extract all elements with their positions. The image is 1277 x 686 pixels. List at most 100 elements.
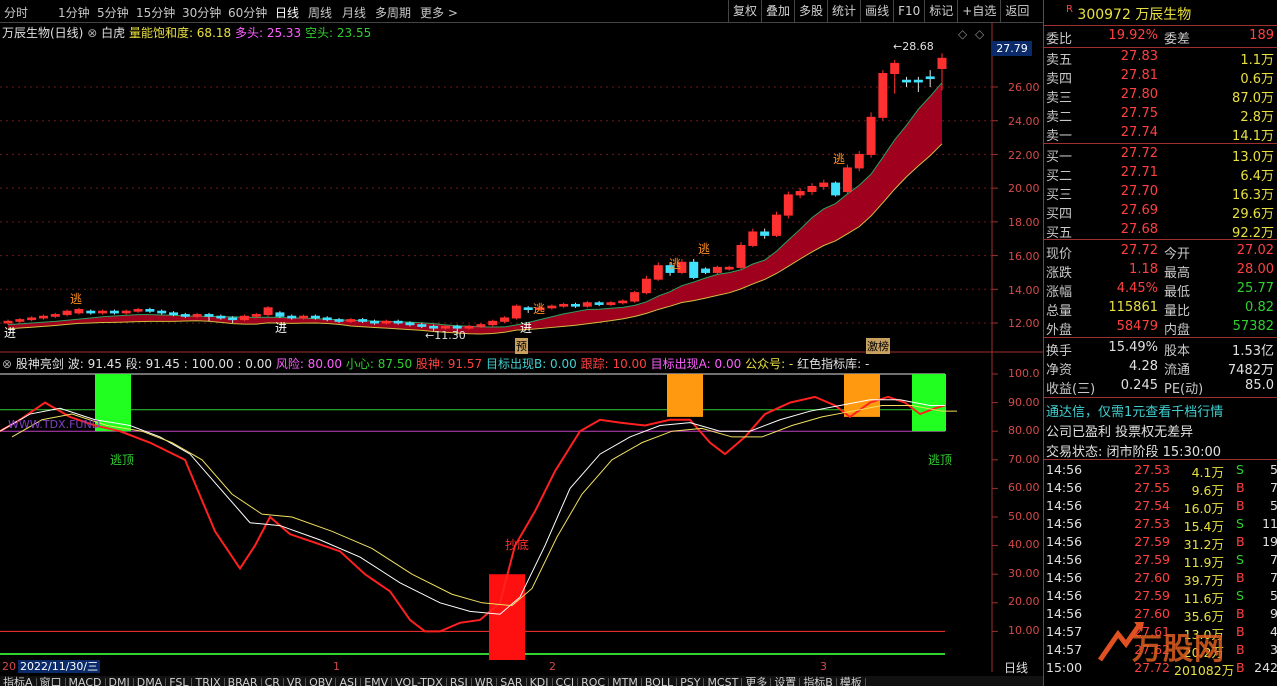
indicator-name[interactable]: 白虎: [101, 26, 125, 40]
period-tab-1min[interactable]: 1分钟: [58, 4, 90, 21]
candle-body: [204, 314, 214, 317]
period-tab-multi[interactable]: 多周期: [375, 4, 411, 21]
indicator-tabs: 指标A 窗口 MACD DMI DMA FSL TRIX BRAR CR VR OBV ASI EMV V…: [0, 676, 1043, 686]
period-tab-30min[interactable]: 30分钟: [182, 4, 221, 21]
tab-vol-tdx[interactable]: VOL-TDX: [392, 677, 447, 686]
tab-psy[interactable]: PSY: [677, 677, 705, 686]
overlay-button[interactable]: 叠加: [761, 0, 794, 22]
back-button[interactable]: 返回: [1000, 0, 1033, 22]
segment-line: [11, 404, 957, 607]
tab-dma[interactable]: DMA: [134, 677, 167, 686]
period-tab-60min[interactable]: 60分钟: [228, 4, 267, 21]
bid-row: 买一 27.72 13.0万: [1046, 146, 1276, 165]
period-tab-5min[interactable]: 5分钟: [97, 4, 129, 21]
tick-row: 14:56 27.55 9.6万 B 7: [1046, 480, 1277, 498]
tab-indicator-b[interactable]: 指标B: [800, 677, 837, 686]
tab-vr[interactable]: VR: [284, 677, 307, 686]
candle-body: [878, 73, 888, 118]
mark-button[interactable]: 标记: [924, 0, 957, 22]
tab-sar[interactable]: SAR: [497, 677, 527, 686]
tab-cci[interactable]: CCI: [553, 677, 579, 686]
candle-body: [500, 317, 510, 322]
tab-brar[interactable]: BRAR: [225, 677, 262, 686]
period-tab-timeshare[interactable]: 分时: [4, 4, 28, 21]
indicator-toggle-icon[interactable]: ⊗: [87, 26, 97, 40]
period-tab-monthly[interactable]: 月线: [342, 4, 366, 21]
stock-code: 300972: [1077, 7, 1131, 23]
chart-area[interactable]: 万辰生物(日线) ⊗ 白虎 量能饱和度: 68.18 多头: 25.33 空头:…: [0, 22, 1043, 686]
tab-indicator-a[interactable]: 指标A: [0, 677, 37, 686]
candle-body: [783, 194, 793, 216]
y-tick: 22.00: [1008, 149, 1040, 162]
candle-body: [842, 167, 852, 193]
bid-label: 买二: [1046, 169, 1073, 184]
weibi-row: 委比 19.92% 委差 189: [1046, 28, 1274, 47]
ask-label: 卖三: [1046, 91, 1073, 106]
tab-emv[interactable]: EMV: [361, 677, 393, 686]
tab-mcst[interactable]: MCST: [704, 677, 743, 686]
indicator-saturation: 量能饱和度: 68.18: [128, 26, 232, 40]
tick-row: 14:56 27.53 4.1万 S 5: [1046, 462, 1277, 480]
candle-body: [902, 79, 912, 83]
period-tab-15min[interactable]: 15分钟: [136, 4, 175, 21]
candle-body: [263, 307, 273, 316]
tab-window[interactable]: 窗口: [37, 677, 66, 686]
ask-price: 27.74: [1120, 125, 1158, 140]
tab-fsl[interactable]: FSL: [166, 677, 193, 686]
ad-line[interactable]: 通达信，仅需1元查看千档行情: [1046, 401, 1276, 420]
candle-body: [760, 231, 770, 236]
candle-body: [913, 79, 923, 83]
sub-y-tick: 80.00: [1008, 424, 1040, 437]
candle-body: [15, 319, 25, 322]
period-tab-weekly[interactable]: 周线: [308, 4, 332, 21]
candle-body: [287, 315, 297, 319]
chart-options-icon[interactable]: ◇: [975, 27, 984, 41]
chart-canvas[interactable]: [0, 22, 1043, 686]
tab-wr[interactable]: WR: [472, 677, 498, 686]
tab-rsi[interactable]: RSI: [447, 677, 472, 686]
statistics-button[interactable]: 统计: [827, 0, 860, 22]
tab-asi[interactable]: ASI: [336, 677, 362, 686]
stock-header[interactable]: R 300972 万辰生物: [1066, 4, 1191, 24]
candle-body: [180, 314, 190, 317]
bottom-fishing-box: [489, 574, 525, 660]
sub-y-tick: 60.00: [1008, 481, 1040, 494]
tab-more[interactable]: 更多: [742, 677, 772, 686]
tab-roc[interactable]: ROC: [578, 677, 610, 686]
bid-row: 买三 27.70 16.3万: [1046, 184, 1276, 203]
stat-row: 外盘 58479 内盘 57382: [1046, 319, 1274, 338]
tab-kdj[interactable]: KDJ: [527, 677, 553, 686]
restore-rights-button[interactable]: 复权: [728, 0, 761, 22]
tab-mtm[interactable]: MTM: [609, 677, 642, 686]
y-tick: 20.00: [1008, 182, 1040, 195]
multi-stock-button[interactable]: 多股: [794, 0, 827, 22]
tab-settings[interactable]: 设置: [771, 677, 801, 686]
sub-target-b: 目标出现B: 0.00: [485, 357, 577, 371]
period-tab-more[interactable]: 更多 >: [420, 4, 458, 21]
period-indicator[interactable]: 日线: [1004, 659, 1028, 676]
ask-row: 卖二 27.75 2.8万: [1046, 106, 1276, 125]
candle-body: [62, 310, 72, 316]
candle-body: [109, 310, 119, 314]
tab-dmi[interactable]: DMI: [106, 677, 134, 686]
tab-cr[interactable]: CR: [262, 677, 284, 686]
tab-trix[interactable]: TRIX: [192, 677, 225, 686]
add-watchlist-button[interactable]: +自选: [957, 0, 1000, 22]
f10-button[interactable]: F10: [893, 0, 924, 22]
ask-volume: 2.8万: [1240, 110, 1274, 125]
sub-indicator-toggle-icon[interactable]: ⊗: [2, 357, 12, 371]
ask-label: 卖二: [1046, 110, 1073, 125]
settings-diamond-icon[interactable]: ◇: [958, 27, 967, 41]
draw-line-button[interactable]: 画线: [860, 0, 893, 22]
period-tab-daily[interactable]: 日线: [275, 4, 299, 21]
sub-indicator-values[interactable]: 股神亮剑 波: 91.45 段: 91.45 : 100.00 : 0.00: [16, 357, 272, 371]
tab-obv[interactable]: OBV: [306, 677, 337, 686]
tab-macd[interactable]: MACD: [66, 677, 106, 686]
tab-template[interactable]: 模板: [837, 677, 866, 686]
candle-body: [381, 320, 391, 324]
tab-boll[interactable]: BOLL: [642, 677, 678, 686]
bottom-fishing-label: 抄底: [505, 538, 530, 552]
candle-body: [748, 231, 758, 246]
candle-body: [712, 266, 722, 273]
candle-body: [157, 310, 167, 314]
